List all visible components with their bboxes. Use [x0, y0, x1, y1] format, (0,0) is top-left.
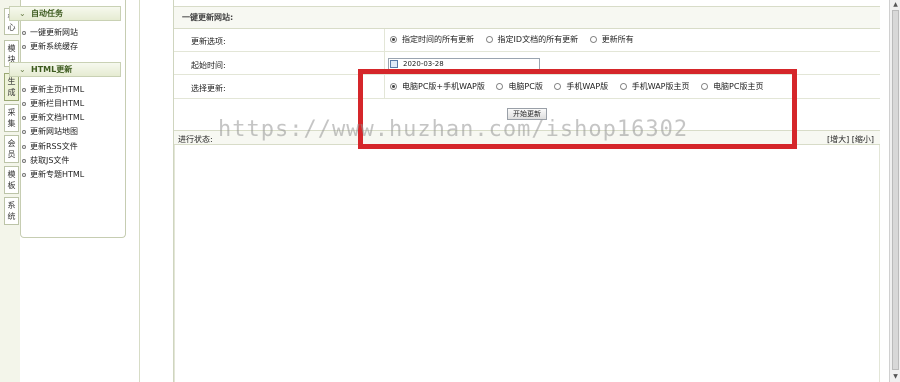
- menu-group-title: HTML更新: [31, 65, 73, 74]
- vertical-tab-bar: 核心 模块 生成 采集 会员 模板 系统: [0, 0, 20, 382]
- bullet-icon: [22, 30, 26, 35]
- update-option-label: 更新选项:: [191, 37, 226, 46]
- bullet-icon: [22, 144, 26, 149]
- bullet-icon: [22, 115, 26, 120]
- tab-collect-label: 采集: [7, 108, 16, 128]
- menu-item-update-topic[interactable]: 更新专题HTML: [22, 170, 84, 180]
- bullet-icon: [22, 101, 26, 106]
- menu-item-label: 更新系统缓存: [30, 42, 78, 51]
- menu-group-auto-task[interactable]: ⌄ 自动任务: [9, 6, 121, 21]
- bullet-icon: [22, 129, 26, 134]
- zoom-in-link[interactable]: [增大]: [827, 135, 849, 144]
- form-title: 一键更新网站:: [174, 6, 880, 29]
- bullet-icon: [22, 87, 26, 92]
- start-time-label: 起始时间:: [191, 61, 226, 70]
- menu-item-update-home[interactable]: 更新主页HTML: [22, 85, 84, 95]
- tab-system[interactable]: 系统: [4, 197, 19, 225]
- tab-collect[interactable]: 采集: [4, 104, 19, 132]
- status-output-area: [174, 145, 880, 382]
- menu-group-html-update[interactable]: ⌄ HTML更新: [9, 62, 121, 77]
- menu-item-label: 更新文档HTML: [30, 113, 85, 122]
- tab-member-label: 会员: [7, 139, 16, 159]
- tab-template[interactable]: 模板: [4, 166, 19, 194]
- radio-time-updates[interactable]: 指定时间的所有更新: [390, 34, 474, 45]
- chevron-down-icon: ⌄: [19, 9, 26, 18]
- menu-item-label: 一键更新网站: [30, 28, 78, 37]
- bullet-icon: [22, 172, 26, 177]
- update-option-radios: 指定时间的所有更新 指定ID文档的所有更新 更新所有: [390, 34, 643, 45]
- radio-label: 指定时间的所有更新: [402, 35, 474, 44]
- tab-system-label: 系统: [7, 201, 16, 221]
- calendar-icon[interactable]: [390, 60, 398, 68]
- radio-dot: [390, 36, 397, 43]
- row-update-option: 更新选项: 指定时间的所有更新 指定ID文档的所有更新 更新所有: [174, 29, 880, 52]
- select-update-label: 选择更新:: [191, 84, 226, 93]
- menu-item-update-cache[interactable]: 更新系统缓存: [22, 42, 78, 52]
- tab-member[interactable]: 会员: [4, 135, 19, 163]
- bullet-icon: [22, 44, 26, 49]
- radio-dot: [589, 36, 597, 43]
- menu-item-get-js[interactable]: 获取JS文件: [22, 156, 69, 166]
- zoom-links: [增大] [缩小]: [827, 134, 874, 145]
- status-label: 进行状态:: [178, 135, 213, 144]
- main-panel: 一键更新网站: 更新选项: 指定时间的所有更新 指定ID文档的所有更新 更新所有…: [174, 0, 880, 382]
- menu-item-update-sitemap[interactable]: 更新网站地图: [22, 127, 78, 137]
- menu-item-label: 更新专题HTML: [30, 170, 85, 179]
- menu-item-update-column[interactable]: 更新栏目HTML: [22, 99, 84, 109]
- radio-label: 更新所有: [601, 35, 634, 44]
- scroll-down-icon[interactable]: ▼: [891, 372, 900, 381]
- menu-item-update-rss[interactable]: 更新RSS文件: [22, 142, 78, 152]
- watermark: https://www.huzhan.com/ishop16302: [218, 117, 689, 142]
- menu-group-title: 自动任务: [31, 9, 63, 18]
- menu-item-label: 更新栏目HTML: [30, 99, 85, 108]
- chevron-down-icon: ⌄: [19, 65, 26, 74]
- column-divider: [139, 0, 140, 382]
- menu-item-label: 获取JS文件: [30, 156, 70, 165]
- radio-label: 指定ID文档的所有更新: [497, 35, 579, 44]
- radio-dot: [485, 36, 493, 43]
- scroll-up-icon[interactable]: ▲: [891, 0, 900, 9]
- menu-item-label: 更新主页HTML: [30, 85, 85, 94]
- zoom-out-link[interactable]: [缩小]: [852, 135, 874, 144]
- menu-item-update-site[interactable]: 一键更新网站: [22, 28, 78, 38]
- menu-item-label: 更新RSS文件: [30, 142, 78, 151]
- tab-generate-label: 生成: [7, 77, 16, 97]
- menu-item-update-doc[interactable]: 更新文档HTML: [22, 113, 84, 123]
- scroll-thumb[interactable]: [892, 10, 899, 370]
- tab-template-label: 模板: [7, 170, 16, 190]
- vertical-scrollbar[interactable]: ▲ ▼: [889, 0, 900, 382]
- tab-generate[interactable]: 生成: [4, 73, 19, 101]
- row-divider: [384, 29, 385, 51]
- tab-module-label: 模块: [7, 44, 16, 64]
- menu-item-label: 更新网站地图: [30, 127, 78, 136]
- radio-id-updates[interactable]: 指定ID文档的所有更新: [485, 34, 579, 45]
- radio-update-all[interactable]: 更新所有: [589, 34, 634, 45]
- bullet-icon: [22, 158, 26, 163]
